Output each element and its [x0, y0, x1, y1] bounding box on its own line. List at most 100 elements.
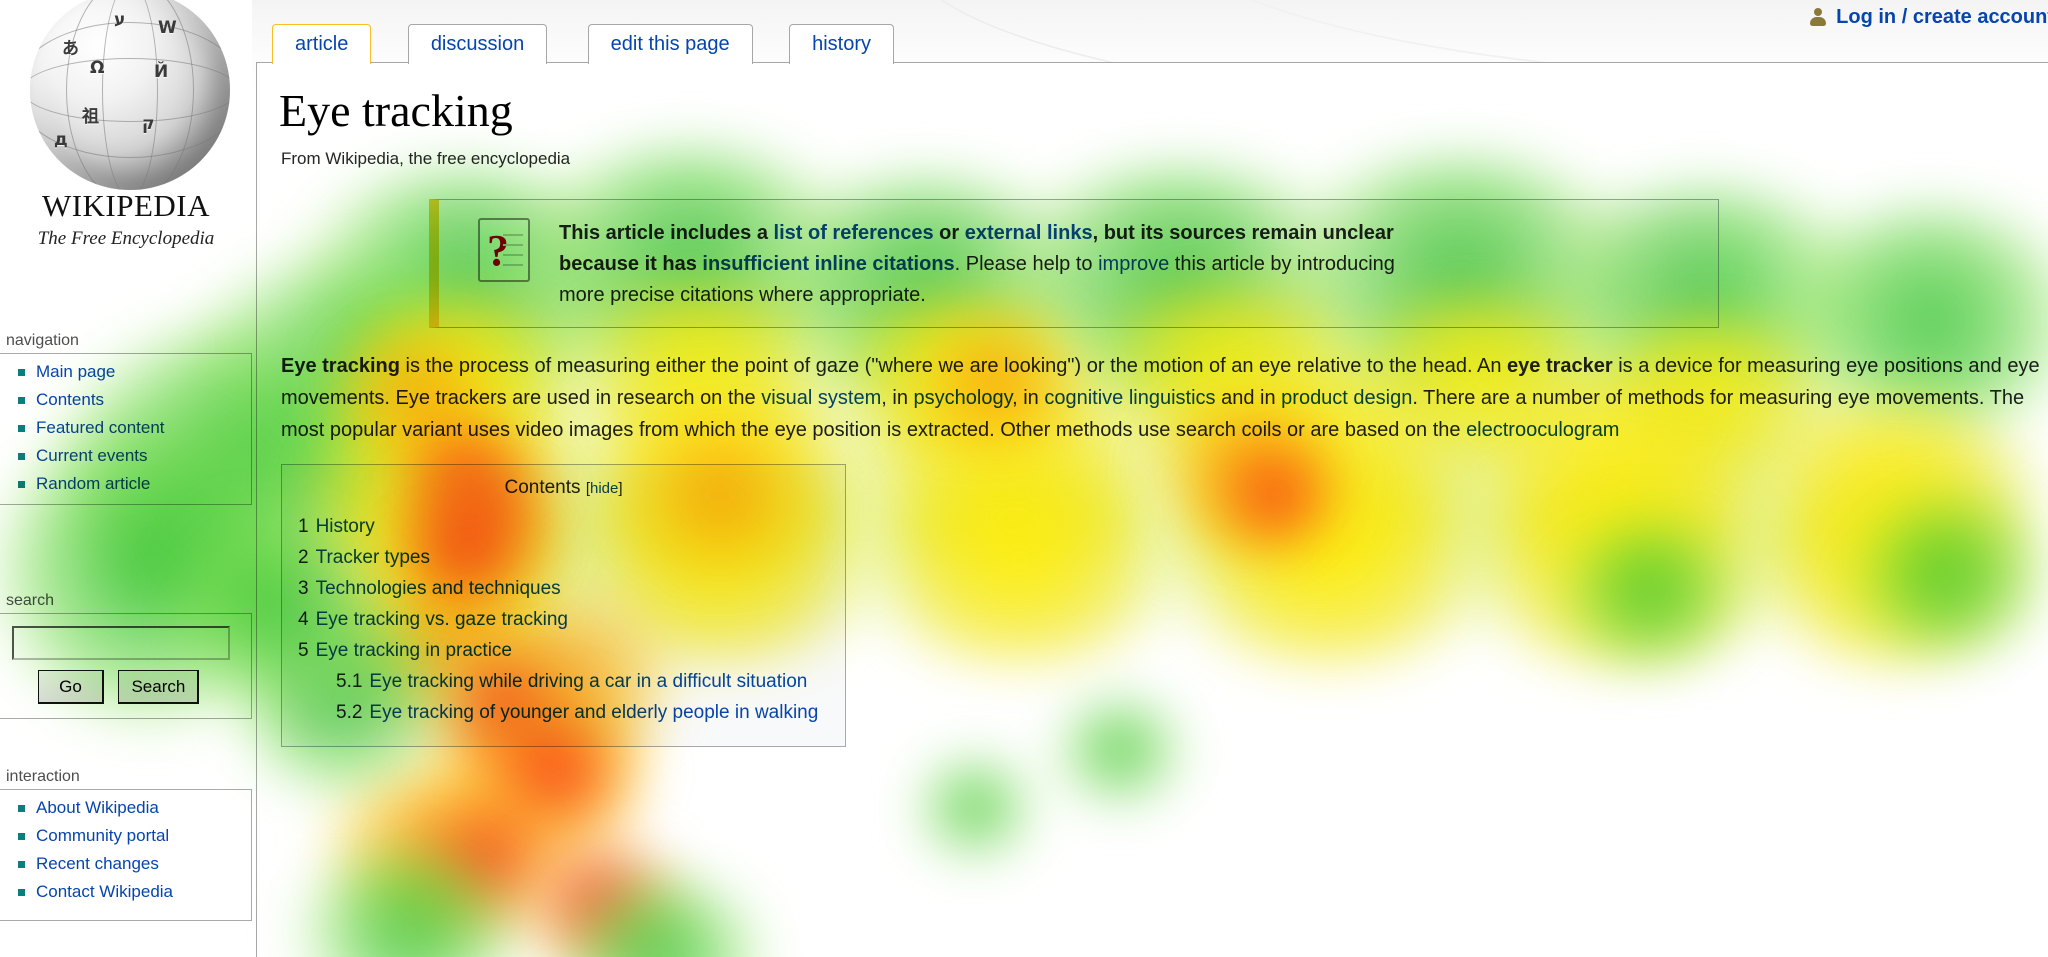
- lead-text-1: is the process of measuring either the p…: [399, 355, 1508, 377]
- toc-label[interactable]: Eye tracking of younger and elderly peop…: [369, 702, 818, 723]
- bullet-icon: [18, 453, 25, 460]
- toc-label[interactable]: Eye tracking vs. gaze tracking: [316, 609, 568, 630]
- page-title: Eye tracking: [279, 85, 513, 136]
- improve-link[interactable]: improve: [1098, 253, 1169, 275]
- sidebar-link-label[interactable]: Current events: [36, 446, 148, 465]
- references-notice-box: ? This article includes a list of refere…: [429, 199, 1719, 328]
- psychology-link[interactable]: psychology: [914, 387, 1013, 409]
- sidebar-item-contact-wikipedia[interactable]: Contact Wikipedia: [8, 882, 245, 910]
- sidebar-item-main-page[interactable]: Main page: [8, 362, 245, 390]
- toc-hide-link[interactable]: hide: [590, 480, 618, 497]
- tab-discussion[interactable]: discussion: [407, 24, 548, 64]
- toc-bracket-close: ]: [618, 480, 623, 497]
- search-heading: search: [6, 592, 55, 609]
- wikipedia-article-page: Log in / create account W Ω Й 祖 д ק ע あ …: [0, 0, 2048, 957]
- search-input[interactable]: [12, 626, 230, 660]
- sidebar-link-label[interactable]: Recent changes: [36, 854, 159, 873]
- notice-line2-b: . Please help to: [954, 253, 1099, 275]
- personal-toolbar: Log in / create account: [1808, 2, 2048, 32]
- bullet-icon: [18, 369, 25, 376]
- sidebar-link-label[interactable]: Community portal: [36, 826, 169, 845]
- sidebar-item-featured-content[interactable]: Featured content: [8, 418, 245, 446]
- wikipedia-logo[interactable]: W Ω Й 祖 д ק ע あ: [8, 0, 240, 200]
- sidebar-item-about-wikipedia[interactable]: About Wikipedia: [8, 798, 245, 826]
- search-button[interactable]: Search: [118, 670, 200, 704]
- sidebar-link-label[interactable]: Contents: [36, 390, 104, 409]
- product-design-link[interactable]: product design: [1281, 387, 1412, 409]
- sidebar-link-label[interactable]: Random article: [36, 474, 150, 493]
- cognitive-linguistics-link[interactable]: cognitive linguistics: [1044, 387, 1215, 409]
- toc-label[interactable]: Tracker types: [316, 547, 430, 568]
- toc-item-3[interactable]: 3 Technologies and techniques: [298, 573, 829, 604]
- sidebar-item-random-article[interactable]: Random article: [8, 474, 245, 494]
- toc-number: 1: [298, 516, 309, 537]
- question-document-icon: ?: [478, 218, 530, 282]
- login-create-account-link[interactable]: Log in / create account: [1836, 6, 2048, 29]
- bullet-icon: [18, 425, 25, 432]
- toc-item-1[interactable]: 1 History: [298, 511, 829, 542]
- sidebar-link-label[interactable]: Contact Wikipedia: [36, 882, 173, 901]
- bullet-icon: [18, 397, 25, 404]
- toc-item-5-2[interactable]: 5.2 Eye tracking of younger and elderly p…: [298, 697, 829, 728]
- navigation-list: Main page Contents Featured content Curr…: [8, 362, 245, 494]
- lead-term: Eye tracking: [281, 355, 400, 377]
- tab-article[interactable]: article: [272, 24, 372, 64]
- sidebar-link-label[interactable]: About Wikipedia: [36, 798, 159, 817]
- toc-number: 5: [298, 640, 309, 661]
- notice-line3: more precise citations where appropriate…: [559, 284, 926, 306]
- external-links-link[interactable]: external links: [965, 222, 1093, 244]
- notice-line1-c: , but: [1092, 222, 1141, 244]
- visual-system-link[interactable]: visual system: [761, 387, 881, 409]
- toc-number: 4: [298, 609, 309, 630]
- notice-icon-cell: ?: [449, 216, 559, 282]
- bullet-icon: [18, 805, 25, 812]
- content-column: article discussion edit this page histor…: [252, 0, 2048, 957]
- toc-number: 2: [298, 547, 309, 568]
- inline-citations-link[interactable]: insufficient inline citations: [702, 253, 954, 275]
- toc-item-2[interactable]: 2 Tracker types: [298, 542, 829, 573]
- sidebar-item-community-portal[interactable]: Community portal: [8, 826, 245, 854]
- list-of-references-link[interactable]: list of references: [774, 222, 934, 244]
- interaction-heading: interaction: [6, 768, 80, 785]
- bullet-icon: [18, 833, 25, 840]
- tab-edit-this-page[interactable]: edit this page: [587, 24, 753, 64]
- notice-line1-b: or: [933, 222, 965, 244]
- user-icon: [1808, 7, 1828, 27]
- sidebar-item-current-events[interactable]: Current events: [8, 446, 245, 474]
- toc-toggle[interactable]: [hide]: [586, 480, 623, 497]
- toc-list: 1 History 2 Tracker types 3 Technologies an…: [298, 511, 829, 728]
- toc-label[interactable]: Eye tracking in practice: [316, 640, 512, 661]
- search-button-row: Go Search: [10, 670, 245, 704]
- sidebar-item-recent-changes[interactable]: Recent changes: [8, 854, 245, 882]
- article-content: Eye tracking From Wikipedia, the free en…: [256, 62, 2048, 957]
- lead-paragraph: Eye tracking is the process of measuring…: [281, 350, 2041, 446]
- toc-label[interactable]: Eye tracking while driving a car in a di…: [369, 671, 807, 692]
- bullet-icon: [18, 861, 25, 868]
- toc-item-5[interactable]: 5 Eye tracking in practice: [298, 635, 829, 666]
- go-button[interactable]: Go: [38, 670, 104, 704]
- lead-text-6: and in: [1215, 387, 1282, 409]
- sidebar-link-label[interactable]: Main page: [36, 362, 115, 381]
- toc-label[interactable]: Technologies and techniques: [316, 578, 561, 599]
- portlet-search: search Go Search: [0, 592, 252, 719]
- sidebar: W Ω Й 祖 д ק ע あ WIKIPEDIA The Free Encyc…: [0, 0, 252, 957]
- portlet-interaction: interaction About Wikipedia Community po…: [0, 768, 252, 921]
- notice-line2-a: because it has: [559, 253, 703, 275]
- lead-text-5: , in: [1012, 387, 1045, 409]
- bullet-icon: [18, 889, 25, 896]
- sidebar-item-contents[interactable]: Contents: [8, 390, 245, 418]
- toc-number: 5.1: [336, 671, 363, 692]
- toc-number: 3: [298, 578, 309, 599]
- tab-history[interactable]: history: [789, 24, 894, 64]
- electrooculogram-link[interactable]: electrooculogram: [1466, 419, 1619, 441]
- notice-line1-e: remain unclear: [1245, 222, 1394, 244]
- notice-line1-d: its sources: [1140, 222, 1246, 244]
- toc-label[interactable]: History: [316, 516, 375, 537]
- notice-line1-a: This article includes a: [559, 222, 774, 244]
- sidebar-link-label[interactable]: Featured content: [36, 418, 165, 437]
- toc-item-4[interactable]: 4 Eye tracking vs. gaze tracking: [298, 604, 829, 635]
- toc-item-5-1[interactable]: 5.1 Eye tracking while driving a car in a…: [298, 666, 829, 697]
- table-of-contents: Contents [hide] 1 History 2 Tracker types …: [281, 464, 846, 747]
- wikipedia-wordmark: WIKIPEDIA: [41, 188, 211, 223]
- toc-title: Contents: [504, 477, 581, 498]
